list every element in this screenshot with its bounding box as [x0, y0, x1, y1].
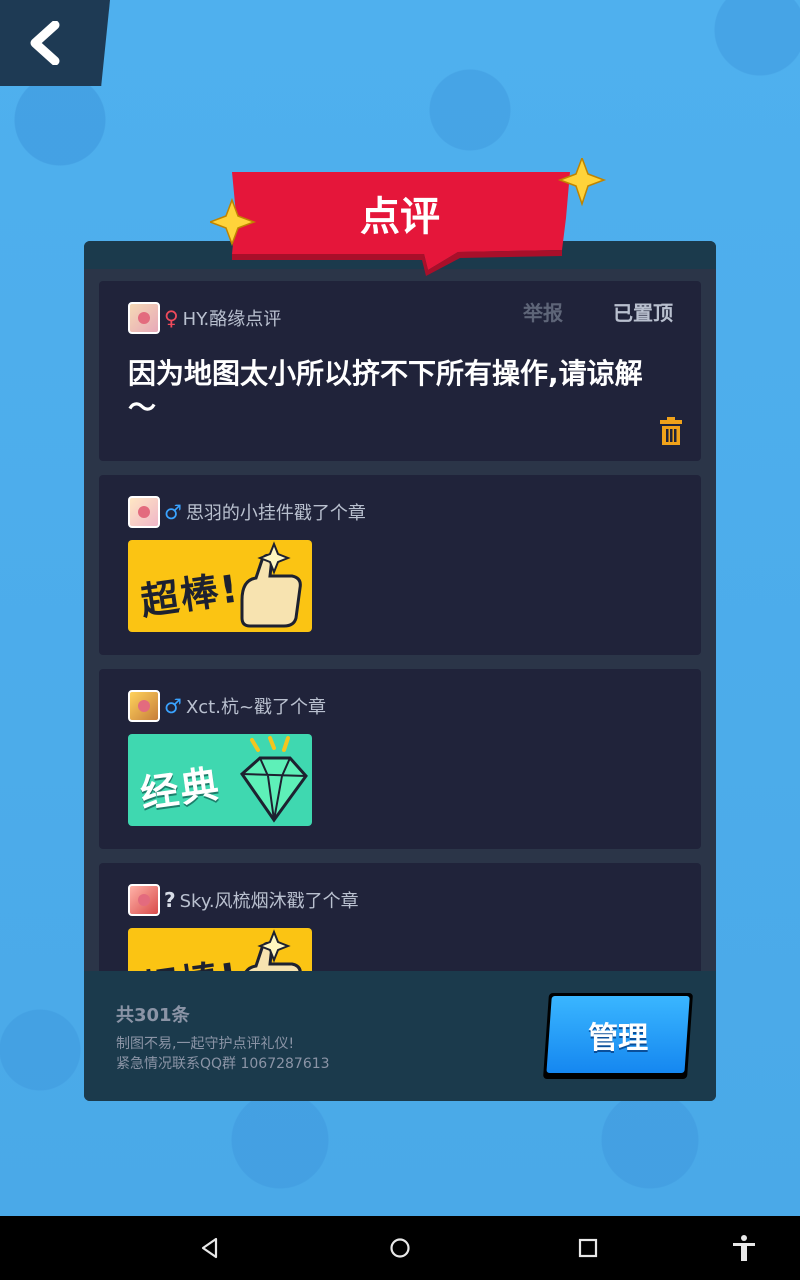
comment-username[interactable]: HY.酪缘点评 [183, 305, 282, 331]
comment-card-pinned: ♀ HY.酪缘点评 举报 已置顶 因为地图太小所以挤不下所有操作,请谅解～ [99, 281, 701, 461]
comment-username[interactable]: Xct.杭~戳了个章 [186, 693, 326, 719]
etiquette-note: 制图不易,一起守护点评礼仪! [116, 1036, 295, 1052]
trash-icon[interactable] [659, 417, 683, 445]
comment-card: ? Sky.风梳烟沐戳了个章 超棒! [99, 863, 701, 971]
report-button[interactable]: 举报 [523, 297, 563, 326]
nav-home-button[interactable] [384, 1232, 416, 1264]
manage-button-label: 管理 [588, 1020, 649, 1056]
comment-text: 因为地图太小所以挤不下所有操作,请谅解～ [128, 357, 643, 424]
comment-count: 共301条 [116, 1005, 190, 1026]
stamp-badge: 超棒! [128, 928, 312, 971]
diamond-icon [240, 736, 308, 823]
accessibility-icon [733, 1235, 755, 1261]
system-nav-bar [0, 1216, 800, 1280]
back-arrow-icon [30, 21, 60, 65]
avatar[interactable] [128, 302, 160, 334]
male-icon: ♂ [164, 694, 182, 718]
thumbs-up-icon [244, 929, 302, 971]
male-icon: ♂ [164, 500, 182, 524]
comment-user-row: ♂ 思羽的小挂件戳了个章 [128, 495, 366, 529]
comments-list[interactable]: ♀ HY.酪缘点评 举报 已置顶 因为地图太小所以挤不下所有操作,请谅解～ ♂ … [99, 281, 701, 971]
accessibility-button[interactable] [728, 1232, 760, 1264]
page-title: 点评 [360, 194, 440, 240]
avatar[interactable] [128, 884, 160, 916]
comments-panel: ♀ HY.酪缘点评 举报 已置顶 因为地图太小所以挤不下所有操作,请谅解～ ♂ … [84, 241, 716, 1101]
stamp-badge: 经典 [128, 734, 312, 826]
nav-recents-icon [578, 1238, 598, 1258]
nav-back-button[interactable] [194, 1232, 226, 1264]
stamp-badge: 超棒! [128, 540, 312, 632]
comment-username[interactable]: 思羽的小挂件戳了个章 [186, 499, 366, 525]
comment-user-row: ♀ HY.酪缘点评 [128, 301, 281, 335]
back-button[interactable] [0, 0, 110, 86]
stamp-label: 经典 [137, 761, 224, 817]
comment-card: ♂ 思羽的小挂件戳了个章 超棒! [99, 475, 701, 655]
manage-button-face: 管理 [546, 996, 690, 1073]
comment-card: ♂ Xct.杭~戳了个章 经典 [99, 669, 701, 849]
contact-note: 紧急情况联系QQ群 1067287613 [116, 1056, 330, 1072]
nav-back-icon [201, 1237, 218, 1259]
comment-user-row: ♂ Xct.杭~戳了个章 [128, 689, 326, 723]
unknown-gender-icon: ? [164, 888, 176, 912]
comment-username[interactable]: Sky.风梳烟沐戳了个章 [180, 887, 359, 913]
nav-recents-button[interactable] [572, 1232, 604, 1264]
thumbs-up-icon [240, 541, 302, 628]
nav-home-icon [390, 1238, 410, 1258]
panel-footer: 共301条 制图不易,一起守护点评礼仪! 紧急情况联系QQ群 106728761… [84, 971, 716, 1101]
pinned-label[interactable]: 已置顶 [613, 297, 673, 326]
avatar[interactable] [128, 690, 160, 722]
manage-button[interactable]: 管理 [542, 993, 694, 1079]
avatar[interactable] [128, 496, 160, 528]
comment-user-row: ? Sky.风梳烟沐戳了个章 [128, 883, 359, 917]
female-icon: ♀ [164, 306, 179, 330]
